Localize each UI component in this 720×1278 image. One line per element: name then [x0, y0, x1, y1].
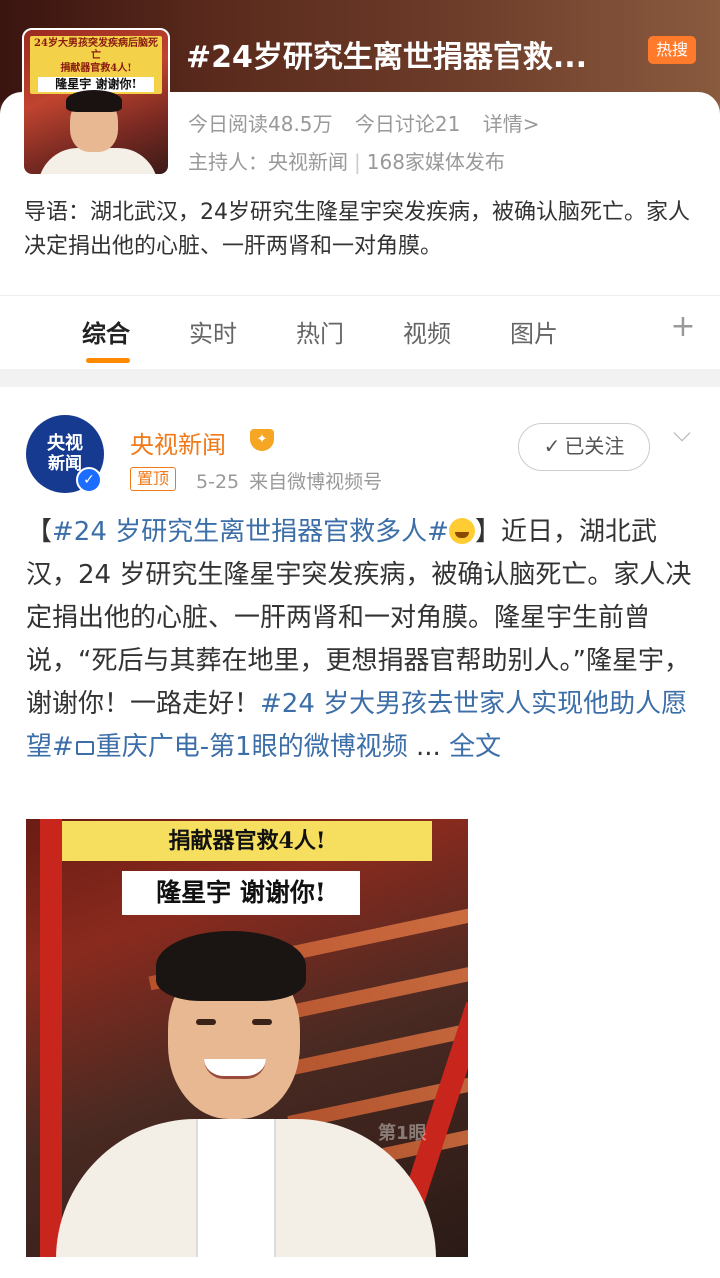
media-count[interactable]: 168家媒体发布 — [367, 150, 505, 174]
post-meta: 5-25 来自微博视频号 — [196, 467, 392, 494]
plus-icon[interactable]: + — [668, 312, 698, 342]
topic-stats: 今日阅读48.5万 今日讨论21 详情> — [188, 108, 555, 137]
vip-badge-icon: ✦ — [250, 429, 274, 451]
thumbnail-caption-line1: 24岁大男孩突发疾病后脑死亡 — [34, 37, 158, 62]
video-thumbnail[interactable]: 捐献器官救4人! 隆星宇 谢谢你! 第1眼 — [26, 819, 468, 1257]
topic-intro: 导语：湖北武汉，24岁研究生隆星宇突发疾病，被确认脑死亡。家人决定捐出他的心脏、… — [24, 200, 690, 260]
active-tab-indicator — [86, 358, 130, 363]
topic-header: 24岁大男孩突发疾病后脑死亡 捐献器官救4人! 隆星宇 谢谢你! #24岁研究生… — [0, 0, 720, 295]
topic-tag-link[interactable]: #24 岁研究生离世捐器官救多人# — [52, 517, 449, 547]
open-bracket: 【 — [26, 517, 53, 547]
post-date: 5-25 — [196, 471, 240, 493]
thumbnail-caption-line2: 捐献器官救4人! — [60, 62, 132, 74]
video-link-icon — [75, 741, 94, 755]
host-label: 主持人： — [188, 150, 268, 174]
video-source-link[interactable]: 重庆广电-第1眼的微博视频 — [96, 732, 408, 762]
avatar-text-line1: 央视 — [47, 432, 83, 454]
red-pillar — [40, 819, 62, 1257]
full-text-link[interactable]: 全文 — [449, 732, 501, 762]
ellipsis: ... — [407, 732, 450, 762]
discussion-count: 今日讨论21 — [354, 112, 461, 136]
tab-realtime[interactable]: 实时 — [189, 314, 237, 349]
tab-images[interactable]: 图片 — [510, 314, 558, 349]
topic-thumbnail[interactable]: 24岁大男孩突发疾病后脑死亡 捐献器官救4人! 隆星宇 谢谢你! — [22, 28, 170, 176]
thumbnail-person-hair — [66, 90, 122, 112]
chevron-down-icon[interactable] — [673, 424, 691, 442]
person-inner-shirt — [196, 1119, 276, 1257]
follow-button[interactable]: ✓ 已关注 — [518, 423, 650, 471]
crying-emoji-icon — [448, 518, 475, 544]
person-hair — [156, 931, 306, 1001]
person-eye-right — [252, 1019, 272, 1025]
video-caption-name: 隆星宇 谢谢你! — [122, 871, 360, 915]
host-separator: | — [354, 150, 361, 174]
verified-icon: ✓ — [76, 467, 102, 493]
video-watermark: 第1眼 — [378, 1123, 427, 1144]
post-card: 央视 新闻 ✓ 央视新闻 ✦ 置顶 5-25 来自微博视频号 ✓ 已关注 【#24 … — [0, 387, 720, 1278]
hot-search-badge: 热搜 — [648, 36, 696, 64]
tab-hot[interactable]: 热门 — [296, 314, 344, 349]
video-caption-top: 捐献器官救4人! — [62, 821, 432, 861]
topic-title: #24岁研究生离世捐器官救... — [186, 40, 588, 75]
host-name[interactable]: 央视新闻 — [268, 150, 348, 174]
tab-video[interactable]: 视频 — [403, 314, 451, 349]
check-icon: ✓ — [543, 434, 561, 458]
person-eye-left — [196, 1019, 216, 1025]
post-source: 来自微博视频号 — [249, 471, 383, 493]
close-bracket: 】 — [474, 517, 501, 547]
detail-link[interactable]: 详情> — [483, 112, 540, 136]
topic-host: 主持人：央视新闻 | 168家媒体发布 — [188, 146, 505, 175]
follow-button-label: 已关注 — [564, 434, 625, 458]
read-count: 今日阅读48.5万 — [188, 112, 333, 136]
pinned-badge: 置顶 — [130, 467, 177, 491]
tab-bar: 综合 实时 热门 视频 图片 + — [0, 295, 720, 369]
thumbnail-caption: 24岁大男孩突发疾病后脑死亡 捐献器官救4人! 隆星宇 谢谢你! — [30, 36, 162, 94]
thumbnail-person-body — [38, 148, 158, 174]
author-name[interactable]: 央视新闻 — [130, 425, 226, 460]
tab-comprehensive[interactable]: 综合 — [82, 314, 130, 349]
post-text: 【#24 岁研究生离世捐器官救多人# 】近日，湖北武汉，24 岁研究生隆星宇突发疾… — [26, 511, 694, 769]
